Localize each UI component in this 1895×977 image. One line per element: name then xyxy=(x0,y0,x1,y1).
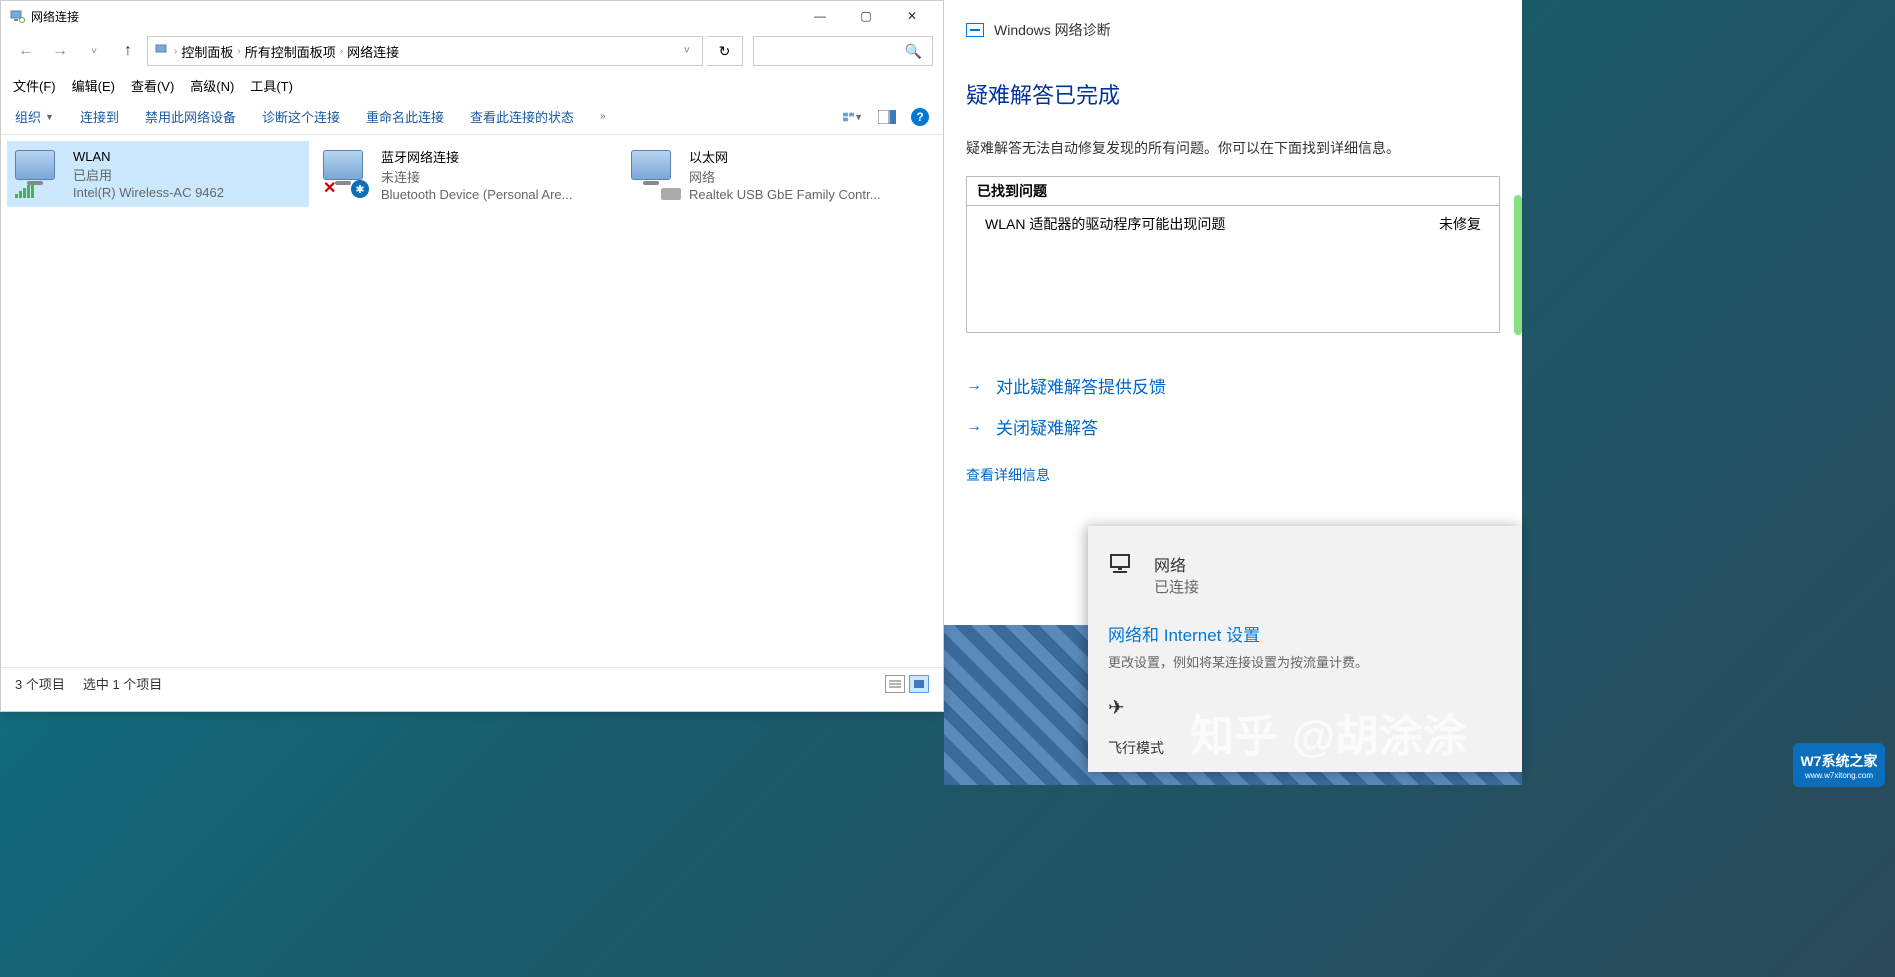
menu-tools[interactable]: 工具(T) xyxy=(250,76,293,95)
item-count: 3 个项目 xyxy=(15,674,65,693)
minimize-button[interactable]: — xyxy=(797,1,843,31)
search-icon: 🔍 xyxy=(905,43,922,60)
network-name: 网络 xyxy=(1154,552,1199,576)
breadcrumb-all-items[interactable]: 所有控制面板项 xyxy=(245,42,336,61)
scrollbar[interactable] xyxy=(1514,195,1522,335)
view-options-button[interactable]: ▼ xyxy=(843,108,863,126)
diagnostics-icon xyxy=(966,23,984,37)
connection-device: Bluetooth Device (Personal Are... xyxy=(381,187,573,202)
menu-bar: 文件(F) 编辑(E) 查看(V) 高级(N) 工具(T) xyxy=(1,71,943,99)
view-status-button[interactable]: 查看此连接的状态 xyxy=(470,107,574,126)
network-settings-title: 网络和 Internet 设置 xyxy=(1108,621,1502,646)
overflow-button[interactable]: » xyxy=(600,111,606,122)
close-troubleshooter-link[interactable]: → 关闭疑难解答 xyxy=(966,406,1500,447)
problem-description: WLAN 适配器的驱动程序可能出现问题 xyxy=(985,214,1225,234)
connections-list: WLAN 已启用 Intel(R) Wireless-AC 9462 ✕ ✱ 蓝… xyxy=(1,135,943,667)
connection-status: 已启用 xyxy=(73,165,224,184)
details-view-button[interactable] xyxy=(885,675,905,693)
close-button[interactable]: ✕ xyxy=(889,1,935,31)
up-button[interactable]: ↑ xyxy=(113,36,143,66)
preview-pane-button[interactable] xyxy=(877,108,897,126)
large-icons-view-button[interactable] xyxy=(909,675,929,693)
problems-heading: 已找到问题 xyxy=(967,177,1499,206)
breadcrumb-icon xyxy=(154,42,170,61)
chevron-down-icon: ▼ xyxy=(854,112,863,122)
connection-status: 未连接 xyxy=(381,167,573,186)
diagnose-button[interactable]: 诊断这个连接 xyxy=(262,107,340,126)
maximize-button[interactable]: ▢ xyxy=(843,1,889,31)
window-title: 网络连接 xyxy=(31,8,797,25)
menu-view[interactable]: 查看(V) xyxy=(131,76,174,95)
connect-to-button[interactable]: 连接到 xyxy=(80,107,119,126)
menu-edit[interactable]: 编辑(E) xyxy=(72,76,115,95)
breadcrumb-network-connections[interactable]: 网络连接 xyxy=(347,42,399,61)
status-bar: 3 个项目 选中 1 个项目 xyxy=(1,667,943,699)
disconnected-x-icon: ✕ xyxy=(323,178,336,198)
rename-button[interactable]: 重命名此连接 xyxy=(366,107,444,126)
help-button[interactable]: ? xyxy=(911,108,929,126)
airplane-icon: ✈ xyxy=(1108,695,1125,720)
connection-name: 以太网 xyxy=(689,147,880,166)
title-bar: 网络连接 — ▢ ✕ xyxy=(1,1,943,31)
address-dropdown[interactable]: ˅ xyxy=(678,45,696,57)
ethernet-icon xyxy=(1108,552,1138,576)
network-connections-window: 网络连接 — ▢ ✕ ← → ˅ ↑ › 控制面板 › 所有控制面板项 › 网络… xyxy=(0,0,944,712)
network-settings-section[interactable]: 网络和 Internet 设置 更改设置，例如将某连接设置为按流量计费。 xyxy=(1088,607,1522,677)
breadcrumb-separator: › xyxy=(340,46,343,57)
window-controls: — ▢ ✕ xyxy=(797,1,935,31)
troubleshooter-header: Windows 网络诊断 xyxy=(966,20,1500,40)
breadcrumb-separator: › xyxy=(237,46,240,57)
troubleshooter-heading: 疑难解答已完成 xyxy=(966,78,1500,110)
arrow-right-icon: → xyxy=(966,377,982,395)
connection-wlan[interactable]: WLAN 已启用 Intel(R) Wireless-AC 9462 xyxy=(7,141,309,207)
connection-bluetooth[interactable]: ✕ ✱ 蓝牙网络连接 未连接 Bluetooth Device (Persona… xyxy=(315,141,617,207)
address-bar[interactable]: › 控制面板 › 所有控制面板项 › 网络连接 ˅ xyxy=(147,36,703,66)
organize-button[interactable]: 组织 ▼ xyxy=(15,107,54,126)
give-feedback-link[interactable]: → 对此疑难解答提供反馈 xyxy=(966,365,1500,406)
connection-device: Intel(R) Wireless-AC 9462 xyxy=(73,185,224,200)
recent-locations-button[interactable]: ˅ xyxy=(79,36,109,66)
menu-advanced[interactable]: 高级(N) xyxy=(190,76,234,95)
network-connected-status: 已连接 xyxy=(1154,576,1199,597)
airplane-mode-tile[interactable]: ✈ 飞行模式 xyxy=(1088,685,1198,772)
ethernet-adapter-icon xyxy=(631,150,679,198)
arrow-right-icon: → xyxy=(966,418,982,436)
connection-name: WLAN xyxy=(73,149,224,164)
problems-found-box: 已找到问题 WLAN 适配器的驱动程序可能出现问题 未修复 xyxy=(966,176,1500,333)
navigation-bar: ← → ˅ ↑ › 控制面板 › 所有控制面板项 › 网络连接 ˅ ↻ 🔍 xyxy=(1,31,943,71)
bluetooth-icon: ✱ xyxy=(351,180,369,198)
airplane-mode-label: 飞行模式 xyxy=(1108,738,1164,758)
window-icon xyxy=(9,8,25,24)
search-box[interactable]: 🔍 xyxy=(753,36,933,66)
ethernet-cable-icon xyxy=(661,188,681,200)
troubleshooter-message: 疑难解答无法自动修复发现的所有问题。你可以在下面找到详细信息。 xyxy=(966,138,1500,158)
connection-device: Realtek USB GbE Family Contr... xyxy=(689,187,880,202)
bluetooth-adapter-icon: ✕ ✱ xyxy=(323,150,371,198)
problem-status: 未修复 xyxy=(1439,214,1481,234)
connection-ethernet[interactable]: 以太网 网络 Realtek USB GbE Family Contr... xyxy=(623,141,925,207)
back-button[interactable]: ← xyxy=(11,36,41,66)
chevron-down-icon: ▼ xyxy=(45,112,54,122)
problem-row[interactable]: WLAN 适配器的驱动程序可能出现问题 未修复 xyxy=(967,206,1499,242)
wifi-adapter-icon xyxy=(15,150,63,198)
network-status-row[interactable]: 网络 已连接 xyxy=(1088,542,1522,607)
disable-device-button[interactable]: 禁用此网络设备 xyxy=(145,107,236,126)
w7-badge: W7系统之家 www.w7xitong.com xyxy=(1793,743,1885,787)
forward-button[interactable]: → xyxy=(45,36,75,66)
selected-count: 选中 1 个项目 xyxy=(83,674,162,693)
menu-file[interactable]: 文件(F) xyxy=(13,76,56,95)
troubleshooter-title: Windows 网络诊断 xyxy=(994,20,1111,40)
breadcrumb-control-panel[interactable]: 控制面板 xyxy=(181,42,233,61)
watermark: 知乎 @胡涂涂 xyxy=(1190,700,1467,764)
breadcrumb-separator: › xyxy=(174,46,177,57)
view-details-link[interactable]: 查看详细信息 xyxy=(944,465,1522,485)
refresh-button[interactable]: ↻ xyxy=(707,36,743,66)
connection-name: 蓝牙网络连接 xyxy=(381,147,573,166)
connection-status: 网络 xyxy=(689,167,880,186)
command-bar: 组织 ▼ 连接到 禁用此网络设备 诊断这个连接 重命名此连接 查看此连接的状态 … xyxy=(1,99,943,135)
network-settings-subtitle: 更改设置，例如将某连接设置为按流量计费。 xyxy=(1108,652,1502,671)
